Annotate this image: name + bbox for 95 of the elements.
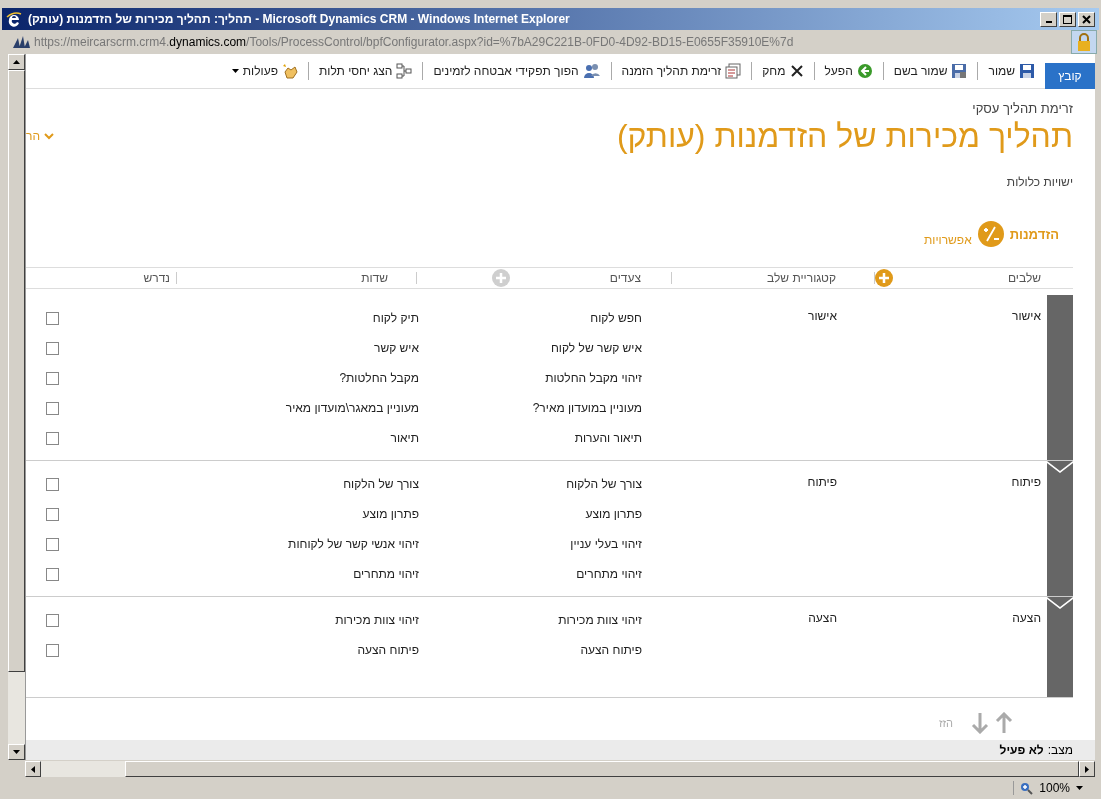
toolbar-button[interactable]: זרימת תהליך הזמנה: [618, 63, 745, 79]
scroll-left-icon: [31, 765, 35, 773]
field-name: מעוניין במאגר\מועדון מאיר: [285, 401, 419, 415]
column-header: קטגוריית שלב: [767, 272, 836, 284]
stage-category: הצעה: [808, 611, 837, 625]
plus-minus-icon: [977, 221, 1004, 247]
browser-icon: [6, 11, 22, 27]
window-title: תהליך: תהליך מכירות של הזדמנות (עותק) - Microsoft Dynamics CRM - Windows Internet Explorer: [28, 12, 571, 26]
entity-name: הזדמנות: [1009, 226, 1059, 242]
add-icon[interactable]: [875, 269, 893, 287]
toolbar-button[interactable]: שמור: [985, 63, 1038, 79]
step-name: איש קשר של לקוח: [550, 341, 642, 355]
dropdown-icon: [231, 69, 239, 73]
required-checkbox[interactable]: [46, 477, 59, 491]
people-icon: [582, 63, 601, 79]
file-tab[interactable]: קובץ: [1045, 63, 1095, 89]
hand-icon: [282, 63, 298, 79]
column-header: שדות: [361, 272, 388, 284]
minimize-icon: [1045, 21, 1052, 23]
breadcrumb: זרימת תהליך עסקי: [971, 101, 1073, 116]
required-checkbox[interactable]: [46, 507, 59, 521]
move-label: הזז: [938, 717, 953, 729]
field-name: זיהוי מתחרים: [353, 567, 419, 581]
scroll-up-icon: [13, 60, 20, 64]
floppy-icon: [951, 63, 968, 79]
field-name: פיתוח הצעה: [357, 643, 419, 657]
step-name: זיהוי צוות מכירות: [558, 613, 642, 627]
delete-icon: [789, 64, 804, 78]
column-header: נדרש: [143, 272, 170, 284]
lock-icon: [1077, 33, 1091, 51]
zoom-control[interactable]: 100%: [1013, 781, 1093, 795]
field-name: זיהוי אנשי קשר של לקוחות: [288, 537, 419, 551]
step-name: זיהוי בעלי עניין: [570, 537, 642, 551]
section-label: ישויות כלולות: [1005, 175, 1073, 189]
floppy-icon: [1019, 63, 1035, 79]
required-checkbox[interactable]: [46, 643, 59, 657]
required-checkbox[interactable]: [46, 567, 59, 581]
toolbar-button[interactable]: הפעל: [821, 63, 876, 79]
chevron-icon: [44, 132, 54, 140]
move-down-button[interactable]: [971, 712, 989, 734]
stage-category: אישור: [808, 309, 837, 323]
maximize-icon: [1063, 14, 1072, 24]
step-name: צורך של הלקוח: [566, 477, 642, 491]
field-name: מקבל החלטות?: [339, 371, 419, 385]
field-name: איש קשר: [374, 341, 419, 355]
toolbar-button[interactable]: הפוך תפקידי אבטחה לזמינים: [430, 63, 604, 79]
vertical-scrollbar[interactable]: [8, 54, 26, 760]
toolbar-button[interactable]: הצג יחסי תלות: [316, 63, 416, 79]
required-checkbox[interactable]: [46, 311, 59, 325]
field-name: פתרון מוצע: [362, 507, 419, 521]
add-icon: [492, 269, 510, 287]
field-name: תיאור: [390, 431, 419, 445]
page-title: תהליך מכירות של הזדמנות (עותק): [616, 118, 1073, 155]
horizontal-scrollbar[interactable]: [25, 761, 1095, 777]
scroll-right-icon: [1085, 765, 1089, 773]
diagram-icon: [396, 63, 413, 79]
required-checkbox[interactable]: [46, 431, 59, 445]
zoom-icon: [1020, 781, 1034, 795]
step-name: מעוניין במועדון מאיר?: [532, 401, 642, 415]
document-icon: [725, 63, 742, 79]
stage-name: אישור: [1012, 309, 1041, 323]
step-name: זיהוי מתחרים: [576, 567, 642, 581]
minimize-button[interactable]: [1040, 11, 1057, 27]
field-name: זיהוי צוות מכירות: [335, 613, 419, 627]
maximize-button[interactable]: [1059, 11, 1076, 27]
toolbar-button[interactable]: מחק: [759, 64, 807, 78]
chevron-icon: [1047, 461, 1073, 473]
step-name: פתרון מוצע: [585, 507, 642, 521]
stage-name: הצעה: [1012, 611, 1041, 625]
required-checkbox[interactable]: [46, 401, 59, 415]
status-label: מצב:: [1047, 743, 1073, 757]
required-checkbox[interactable]: [46, 537, 59, 551]
site-icon: [12, 36, 30, 48]
step-name: תיאור והערות: [574, 431, 642, 445]
step-name: פיתוח הצעה: [580, 643, 642, 657]
required-checkbox[interactable]: [46, 613, 59, 627]
toolbar-button[interactable]: שמור בשם: [890, 63, 971, 79]
arrow-circle-icon: [856, 63, 873, 79]
stage-name: פיתוח: [1011, 475, 1041, 489]
close-button[interactable]: [1078, 11, 1095, 27]
field-name: צורך של הלקוח: [343, 477, 419, 491]
dropdown-icon: [1076, 786, 1083, 790]
step-name: זיהוי מקבל החלטות: [545, 371, 642, 385]
column-header: שלבים: [1007, 271, 1041, 285]
close-icon: [1082, 14, 1091, 24]
field-name: תיק לקוח: [372, 311, 419, 325]
required-checkbox[interactable]: [46, 371, 59, 385]
step-name: חפש לקוח: [590, 311, 642, 325]
chevron-icon: [1047, 597, 1073, 609]
scroll-down-icon: [13, 750, 20, 754]
toolbar-button[interactable]: פעולות: [228, 63, 301, 79]
stage-category: פיתוח: [807, 475, 837, 489]
required-checkbox[interactable]: [46, 341, 59, 355]
status-value: לא פעיל: [999, 743, 1044, 757]
column-header: צעדים: [609, 272, 641, 284]
